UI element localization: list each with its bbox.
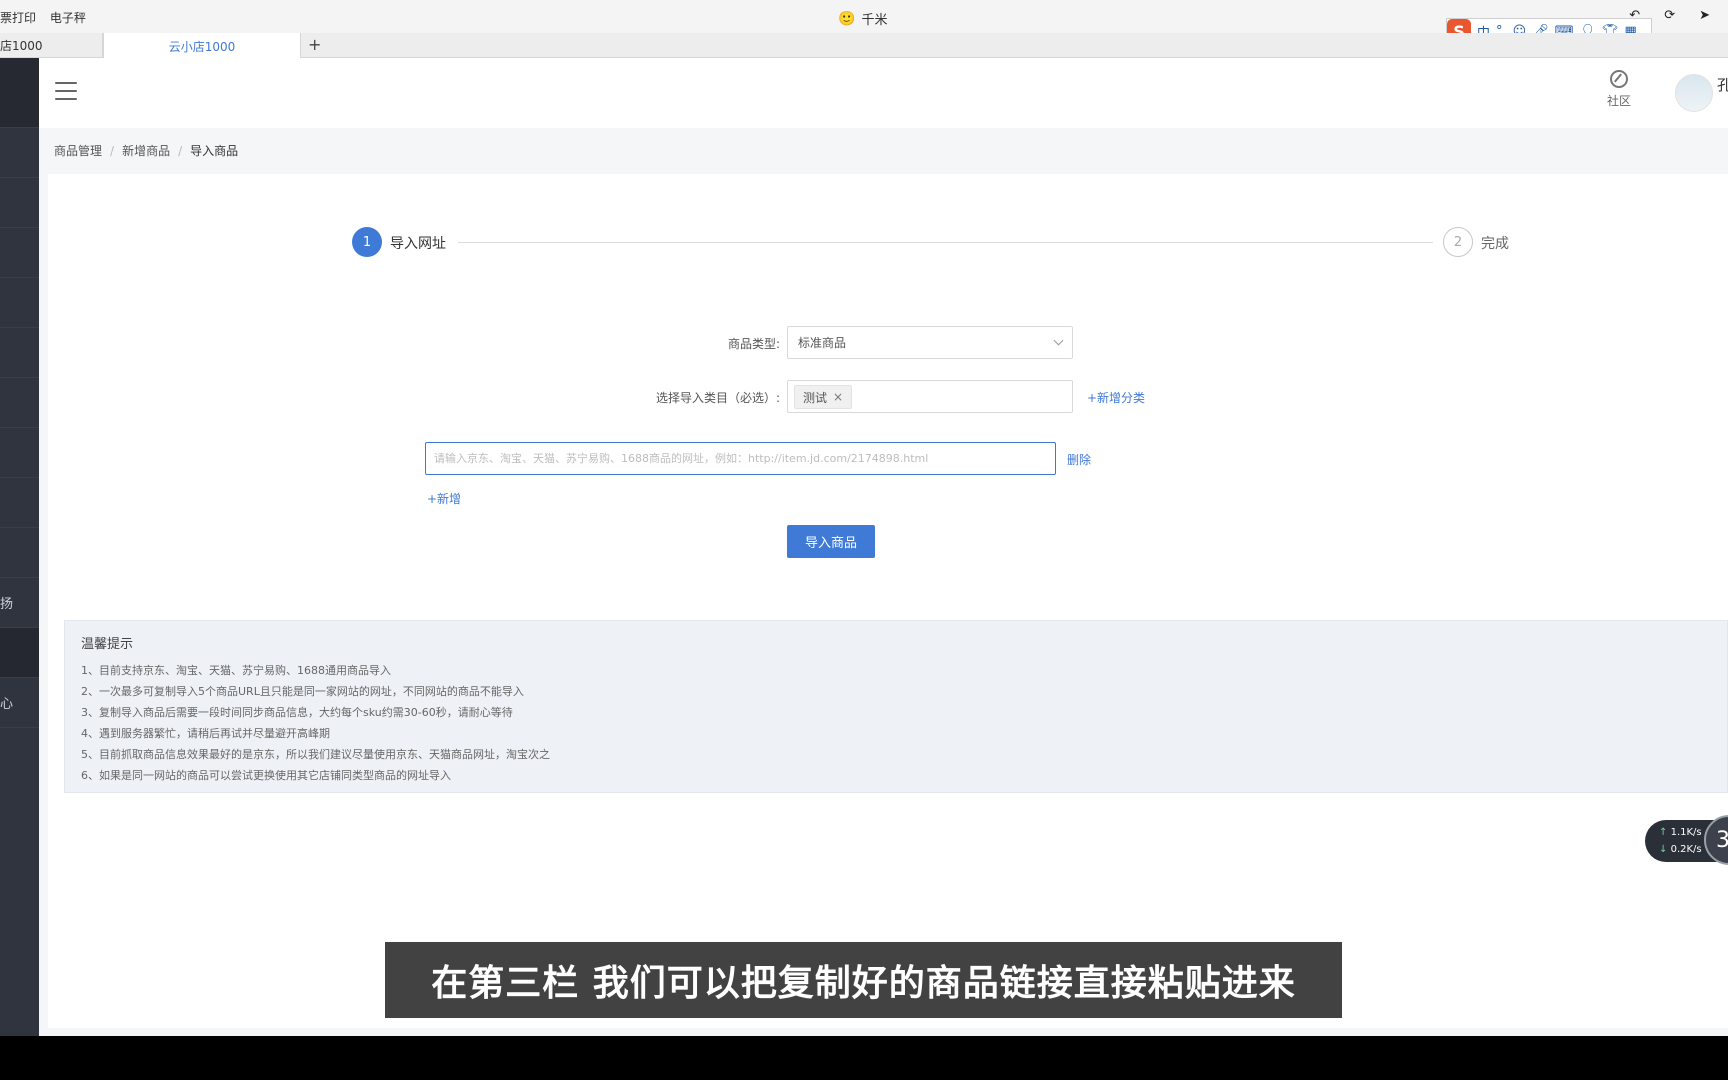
breadcrumb-item[interactable]: 新增商品: [122, 144, 170, 158]
menu-toggle-icon[interactable]: [55, 82, 77, 100]
sidebar-item[interactable]: [0, 128, 39, 178]
refresh-icon[interactable]: ⟳: [1664, 8, 1675, 23]
community-label: 社区: [1606, 94, 1631, 108]
step-2-title: 完成: [1481, 236, 1509, 252]
sidebar-item[interactable]: [0, 378, 39, 428]
tab-previous-label: 店1000: [0, 39, 43, 53]
tips-box: 温馨提示 1、目前支持京东、淘宝、天猫、苏宁易购、1688通用商品导入 2、一次…: [64, 620, 1728, 793]
user-name[interactable]: 孔: [1717, 74, 1728, 95]
avatar[interactable]: [1675, 74, 1713, 112]
add-category-link[interactable]: +新增分类: [1087, 389, 1145, 406]
product-type-label: 商品类型:: [727, 337, 780, 351]
tip-line: 1、目前支持京东、淘宝、天猫、苏宁易购、1688通用商品导入: [81, 664, 391, 677]
product-type-value: 标准商品: [798, 336, 847, 350]
top-link-print[interactable]: 票打印: [0, 11, 36, 25]
cursor-icon[interactable]: ➤: [1699, 8, 1710, 23]
breadcrumb-separator: /: [110, 144, 115, 158]
tab-bar: 店1000 云小店1000 +: [0, 33, 1728, 59]
download-speed: 0.2: [1670, 844, 1687, 855]
sidebar-item[interactable]: [0, 528, 39, 578]
delete-url-link[interactable]: 删除: [1067, 451, 1091, 468]
smiley-icon: 🙂: [838, 10, 856, 27]
sidebar-item[interactable]: [0, 428, 39, 478]
sidebar-item[interactable]: [0, 228, 39, 278]
step-1-indicator: 1: [352, 227, 382, 257]
upload-speed: 1.1: [1670, 827, 1687, 838]
close-icon[interactable]: ×: [833, 390, 843, 404]
window-title: 🙂 千米: [838, 9, 888, 29]
breadcrumb-separator: /: [178, 144, 183, 158]
import-products-button[interactable]: 导入商品: [787, 525, 875, 558]
download-arrow-icon: ↓: [1659, 844, 1668, 855]
sidebar-item[interactable]: [0, 628, 39, 678]
sidebar-item[interactable]: [0, 278, 39, 328]
tip-line: 3、复制导入商品后需要一段时间同步商品信息，大约每个sku约需30-60秒，请耐…: [81, 706, 513, 719]
community-button[interactable]: 社区: [1599, 70, 1639, 109]
tab-active-label: 云小店1000: [168, 39, 236, 54]
step-1-title: 导入网址: [390, 236, 446, 252]
product-url-input[interactable]: [425, 442, 1056, 475]
sidebar-logo: [0, 58, 39, 128]
tip-line: 5、目前抓取商品信息效果最好的是京东，所以我们建议尽量使用京东、天猫商品网址，淘…: [81, 748, 550, 761]
category-select[interactable]: 测试 ×: [787, 380, 1073, 413]
step-2-indicator: 2: [1443, 227, 1473, 257]
sidebar-item[interactable]: 心: [0, 678, 39, 728]
sidebar-item[interactable]: 扬: [0, 578, 39, 628]
main-content: 社区 孔 商品管理 / 新增商品 / 导入商品 1 导入网址 2 完成 商品类型: 标准…: [39, 58, 1728, 1036]
upload-arrow-icon: ↑: [1659, 827, 1668, 838]
sidebar: 扬 心: [0, 58, 39, 1036]
breadcrumb: 商品管理 / 新增商品 / 导入商品: [54, 142, 238, 159]
chevron-down-icon: [1053, 335, 1064, 346]
tab-active[interactable]: 云小店1000: [103, 33, 301, 59]
top-links: 票打印 电子秤: [0, 9, 96, 26]
category-tag: 测试 ×: [794, 385, 853, 409]
app-header: 社区 孔: [39, 58, 1728, 128]
category-label: 选择导入类目（必选）:: [655, 391, 780, 405]
category-tag-label: 测试: [803, 390, 828, 405]
tip-line: 2、一次最多可复制导入5个商品URL且只能是同一家网站的网址，不同网站的商品不能…: [81, 685, 524, 698]
download-unit: K/s: [1686, 844, 1702, 855]
step-connector: [458, 242, 1433, 243]
tab-previous[interactable]: 店1000: [0, 33, 103, 58]
sidebar-item[interactable]: [0, 328, 39, 378]
sidebar-item[interactable]: [0, 178, 39, 228]
product-type-select[interactable]: 标准商品: [787, 326, 1073, 359]
window-title-text: 千米: [861, 13, 888, 28]
top-link-scale[interactable]: 电子秤: [50, 11, 86, 25]
new-tab-button[interactable]: +: [308, 35, 321, 54]
tip-line: 4、遇到服务器繁忙，请稍后再试并尽量避开高峰期: [81, 727, 330, 740]
add-url-link[interactable]: +新增: [427, 490, 461, 507]
upload-unit: K/s: [1686, 827, 1702, 838]
compass-icon: [1610, 70, 1628, 88]
breadcrumb-current: 导入商品: [190, 144, 239, 158]
tips-title: 温馨提示: [81, 637, 134, 652]
sidebar-item[interactable]: [0, 478, 39, 528]
breadcrumb-item[interactable]: 商品管理: [54, 144, 102, 158]
video-subtitle: 在第三栏 我们可以把复制好的商品链接直接粘贴进来: [385, 942, 1342, 1018]
import-panel: 1 导入网址 2 完成 商品类型: 标准商品 选择导入类目（必选）: 测试 × …: [48, 174, 1728, 1028]
tip-line: 6、如果是同一网站的商品可以尝试更换使用其它店铺同类型商品的网址导入: [81, 769, 451, 782]
